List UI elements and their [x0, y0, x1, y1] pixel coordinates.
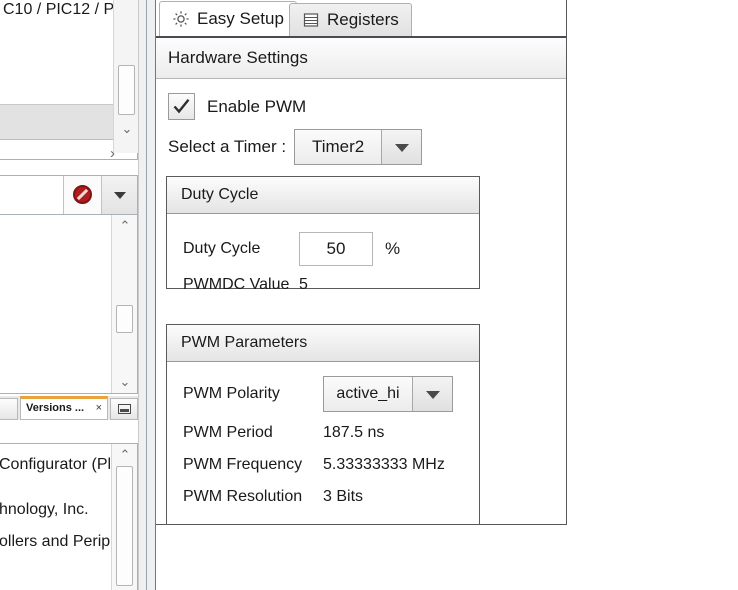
pwm-polarity-row: PWM Polarity active_hi [183, 376, 453, 412]
vertical-splitter[interactable] [146, 0, 156, 590]
pwm-frequency-row: PWM Frequency 5.33333333 MHz [183, 456, 445, 474]
scroll-down-arrow-icon[interactable]: ⌄ [119, 121, 135, 137]
no-entry-icon-cell[interactable] [63, 176, 101, 214]
registers-icon [302, 11, 320, 29]
scrollbar-thumb[interactable] [116, 305, 133, 333]
chevron-down-icon [426, 391, 440, 399]
scroll-down-arrow-icon[interactable]: ⌄ [117, 374, 133, 390]
tab-easy-setup-label: Easy Setup [197, 9, 284, 29]
pwm-resolution-row: PWM Resolution 3 Bits [183, 488, 363, 506]
pwm-frequency-value: 5.33333333 MHz [323, 456, 445, 474]
device-list-scrollbar[interactable]: ⌄ [113, 0, 139, 153]
console-scrollbar[interactable]: ⌃ [111, 444, 137, 590]
pwm-period-value: 187.5 ns [323, 424, 384, 442]
duty-cycle-group-title: Duty Cycle [167, 177, 479, 214]
tab-registers-label: Registers [327, 10, 399, 30]
pwm-parameters-group: PWM Parameters PWM Polarity active_hi PW… [166, 324, 480, 525]
chevron-down-icon [395, 144, 409, 152]
pwmdc-value-text: 5 [299, 276, 308, 294]
pwm-polarity-label: PWM Polarity [183, 385, 323, 403]
console-line: ollers and Periph [0, 533, 119, 551]
main-panel-right-border [566, 0, 567, 525]
gear-icon [172, 10, 190, 28]
resource-list-scrollbar[interactable]: ⌃ ⌄ [111, 215, 137, 393]
duty-cycle-input[interactable]: 50 [299, 232, 373, 266]
main-panel-bottom-border [156, 524, 567, 525]
hardware-settings-header: Hardware Settings [156, 36, 567, 79]
scrollbar-thumb[interactable] [116, 466, 133, 586]
console-line: hnology, Inc. [0, 501, 89, 519]
device-list-frame: C10 / PIC12 / PIC ⌄ [0, 0, 138, 160]
resource-list-panel: ⌃ ⌄ [0, 214, 138, 394]
tab-registers[interactable]: Registers [289, 3, 412, 36]
pwm-polarity-value: active_hi [324, 377, 412, 411]
output-console-panel: Configurator (Pl hnology, Inc. ollers an… [0, 443, 138, 590]
tab-versions-label: Versions ... [26, 402, 84, 414]
enable-pwm-row: Enable PWM [168, 93, 306, 120]
pwmdc-value-label: PWMDC Value [183, 276, 299, 294]
close-icon[interactable]: × [96, 402, 102, 414]
duty-cycle-group-body: Duty Cycle 50 % PWMDC Value 5 [167, 214, 479, 290]
pwm-resolution-value: 3 Bits [323, 488, 363, 506]
checkmark-icon [172, 97, 191, 116]
chevron-down-icon [114, 192, 126, 199]
device-family-label: C10 / PIC12 / PIC [3, 1, 130, 19]
select-timer-dropdown-button[interactable] [381, 130, 421, 164]
duty-cycle-label: Duty Cycle [183, 240, 299, 258]
pwm-period-row: PWM Period 187.5 ns [183, 424, 384, 442]
bottom-tab-strip: Versions ... × [0, 396, 148, 420]
minimize-window-button[interactable] [110, 398, 138, 420]
scrollbar-thumb[interactable] [118, 65, 135, 115]
tab-previous[interactable] [0, 398, 18, 420]
pwm-parameters-group-body: PWM Polarity active_hi PWM Period 187.5 … [167, 362, 479, 525]
scroll-up-arrow-icon[interactable]: ⌃ [117, 447, 133, 463]
minimize-icon [118, 404, 131, 414]
pwm-period-label: PWM Period [183, 424, 323, 442]
main-tab-bar: Easy Setup Registers [156, 0, 567, 36]
pwm-resolution-label: PWM Resolution [183, 488, 323, 506]
enable-pwm-label: Enable PWM [207, 97, 306, 117]
tab-versions[interactable]: Versions ... × [20, 396, 108, 420]
app-root: C10 / PIC12 / PIC ⌄ › ⌃ ⌄ [0, 0, 738, 590]
select-timer-label: Select a Timer : [168, 137, 286, 157]
duty-cycle-group: Duty Cycle Duty Cycle 50 % PWMDC Value 5 [166, 176, 480, 289]
enable-pwm-checkbox[interactable] [168, 93, 195, 120]
console-line: Configurator (Pl [0, 456, 111, 474]
pwm-polarity-combobox[interactable]: active_hi [323, 376, 453, 412]
pwm-configuration-panel: Easy Setup Registers Hardware Settings E [156, 0, 567, 525]
no-entry-icon [73, 185, 92, 204]
combo-dropdown-button[interactable] [101, 176, 137, 214]
select-timer-value: Timer2 [295, 130, 381, 164]
duty-cycle-unit: % [385, 239, 400, 259]
pwm-parameters-group-title: PWM Parameters [167, 325, 479, 362]
pwm-frequency-label: PWM Frequency [183, 456, 323, 474]
scroll-up-arrow-icon[interactable]: ⌃ [117, 218, 133, 234]
left-ide-region: C10 / PIC12 / PIC ⌄ › ⌃ ⌄ [0, 0, 148, 590]
device-combo-row [0, 175, 138, 215]
tab-easy-setup[interactable]: Easy Setup [159, 1, 297, 36]
pwmdc-value-row: PWMDC Value 5 [183, 276, 308, 294]
select-timer-combobox[interactable]: Timer2 [294, 129, 422, 165]
duty-cycle-field-row: Duty Cycle 50 % [183, 232, 400, 266]
pwm-polarity-dropdown-button[interactable] [412, 377, 452, 411]
expand-chevron-icon[interactable]: › [110, 145, 115, 162]
select-timer-row: Select a Timer : Timer2 [168, 129, 422, 165]
